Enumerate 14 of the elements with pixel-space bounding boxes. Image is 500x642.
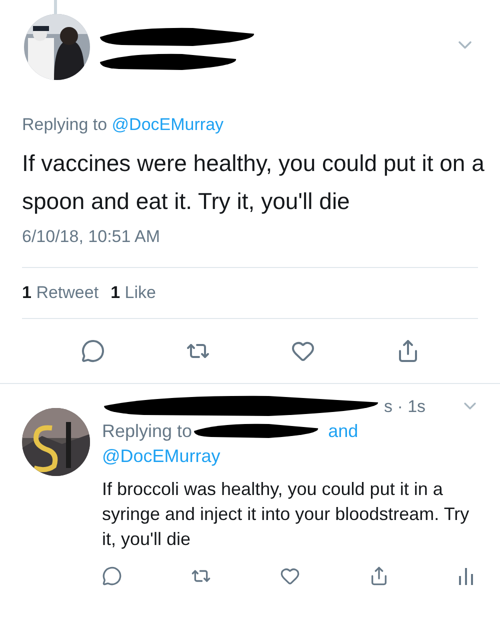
replying-to-text: Replying to @DocEMurray: [22, 114, 225, 136]
timestamp: 6/10/18, 10:51 AM: [22, 226, 161, 248]
tweet-text: If broccoli was healthy, you could put it in a syringe and inject it into your bloodstream. Try it, you'll die: [102, 478, 470, 551]
like-icon[interactable]: [280, 566, 300, 586]
retweet-count[interactable]: 1 Retweet: [22, 280, 99, 306]
reply-icon[interactable]: [80, 338, 104, 362]
analytics-icon[interactable]: [458, 566, 474, 586]
replying-to-label: Replying to: [102, 420, 192, 443]
like-count[interactable]: 1 Like: [110, 280, 156, 306]
share-icon[interactable]: [369, 566, 389, 586]
and-label: and: [328, 420, 358, 443]
tweet-text: If vaccines were healthy, you could put it on a spoon and eat it. Try it, you'll die: [22, 148, 486, 216]
tweet-time: s · 1s: [384, 396, 426, 418]
reply-icon[interactable]: [102, 566, 122, 586]
